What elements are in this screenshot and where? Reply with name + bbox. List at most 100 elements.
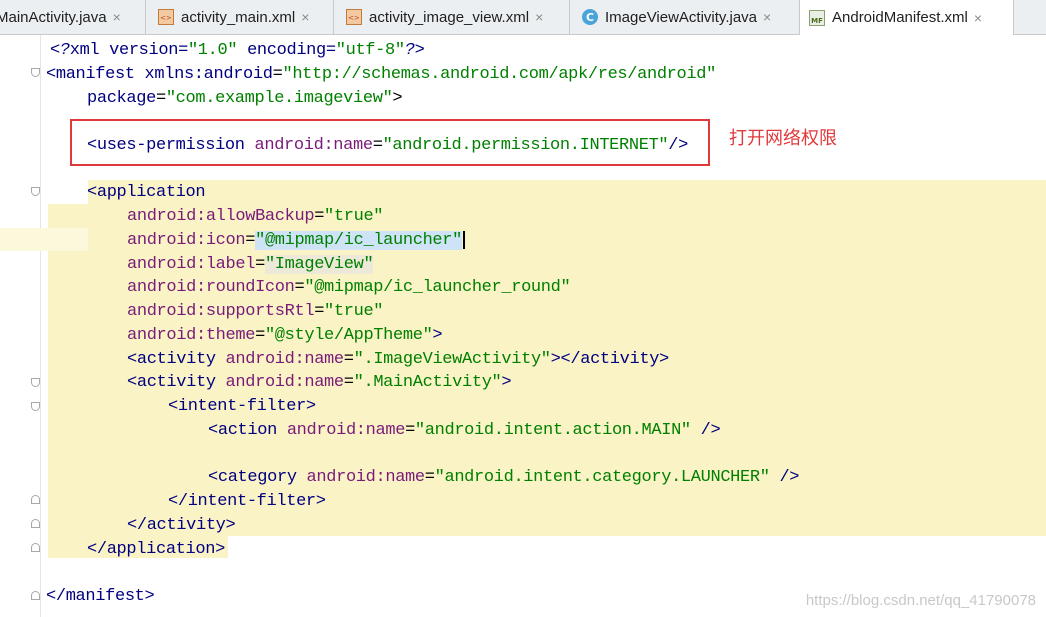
code-line-9: android:icon="@mipmap/ic_launcher" xyxy=(127,229,465,252)
editor-tab-bar: MainActivity.java × activity_main.xml × … xyxy=(0,0,1046,35)
fold-marker-icon[interactable] xyxy=(31,378,40,387)
token: = xyxy=(343,373,354,392)
fold-marker-icon[interactable] xyxy=(31,543,40,552)
fold-marker-icon[interactable] xyxy=(31,495,40,504)
code-line-3: package="com.example.imageview"> xyxy=(87,87,403,110)
tab-activity-image-view-xml[interactable]: activity_image_view.xml × xyxy=(334,0,570,34)
token: android:allowBackup xyxy=(127,207,315,226)
fold-marker-icon[interactable] xyxy=(31,519,40,528)
token: android:supportsRtl xyxy=(127,302,315,321)
fold-marker-icon[interactable] xyxy=(31,68,40,77)
token: ?> xyxy=(404,41,425,60)
token: = xyxy=(272,65,283,84)
fold-marker-icon[interactable] xyxy=(31,591,40,600)
token: </application> xyxy=(87,540,225,559)
token: android:name xyxy=(225,373,345,392)
tab-activity-main-xml[interactable]: activity_main.xml × xyxy=(146,0,334,34)
token: </activity> xyxy=(127,516,236,535)
tab-label: ImageViewActivity.java xyxy=(605,8,758,26)
tab-label: AndroidManifest.xml xyxy=(832,9,968,26)
tab-imageviewactivity-java[interactable]: C ImageViewActivity.java × xyxy=(570,0,800,34)
token: /> xyxy=(690,421,721,440)
code-line-15: <activity android:name=".MainActivity"> xyxy=(127,371,512,394)
token: <? xyxy=(50,41,70,60)
token: "android.intent.action.MAIN" xyxy=(414,421,691,440)
token: = xyxy=(314,302,325,321)
code-line-13: android:theme="@style/AppTheme"> xyxy=(127,324,443,347)
fold-marker-icon[interactable] xyxy=(31,402,40,411)
token: = xyxy=(405,421,415,440)
token: android:roundIcon xyxy=(127,278,295,297)
watermark-text: https://blog.csdn.net/qq_41790078 xyxy=(805,592,1036,609)
code-line-1: <?xml version="1.0" encoding="utf-8"?> xyxy=(50,39,425,62)
token: = xyxy=(343,350,354,369)
close-icon[interactable]: × xyxy=(974,10,982,26)
code-line-8: android:allowBackup="true" xyxy=(127,205,384,228)
token: "@mipmap/ic_launcher_round" xyxy=(304,278,571,297)
annotation-label: 打开网络权限 xyxy=(729,128,837,149)
token: <activity xyxy=(127,350,226,369)
token: "@style/AppTheme" xyxy=(264,326,433,345)
token: android:theme xyxy=(127,326,256,345)
token: > xyxy=(432,326,443,345)
token: </intent-filter> xyxy=(168,492,326,511)
token: = xyxy=(245,231,256,250)
token: android:name xyxy=(306,468,426,487)
code-line-12: android:supportsRtl="true" xyxy=(127,300,384,323)
code-line-14: <activity android:name=".ImageViewActivi… xyxy=(127,348,669,371)
code-line-22: </application> xyxy=(87,538,225,561)
token: = xyxy=(294,278,305,297)
code-line-16: <intent-filter> xyxy=(168,395,316,418)
token: = xyxy=(155,89,166,108)
current-line-highlight xyxy=(0,228,88,251)
token: "1.0" xyxy=(187,41,238,60)
code-line-20: </intent-filter> xyxy=(168,490,326,513)
code-line-2: <manifest xmlns:android="http://schemas.… xyxy=(46,63,716,86)
code-line-17: <action android:name="android.intent.act… xyxy=(208,419,721,442)
token: xmlns:android xyxy=(144,65,273,84)
token: /> xyxy=(769,468,800,487)
xml-file-icon xyxy=(346,9,362,25)
token: <manifest xyxy=(46,65,145,84)
token: xml version= xyxy=(69,41,189,60)
token: encoding= xyxy=(237,41,336,60)
tab-label: activity_main.xml xyxy=(181,8,296,26)
token: ></activity> xyxy=(550,350,670,369)
token-selected: "@mipmap/ic_launcher" xyxy=(255,231,462,250)
close-icon[interactable]: × xyxy=(763,9,771,25)
token: = xyxy=(314,207,325,226)
token: "com.example.imageview" xyxy=(165,89,393,108)
token: ".MainActivity" xyxy=(353,373,502,392)
annotation-highlight-box xyxy=(70,119,710,166)
fold-marker-icon[interactable] xyxy=(31,187,40,196)
xml-file-icon xyxy=(158,9,174,25)
token: "http://schemas.android.com/apk/res/andr… xyxy=(282,65,716,84)
code-line-11: android:roundIcon="@mipmap/ic_launcher_r… xyxy=(127,276,571,299)
token: </manifest> xyxy=(46,587,155,606)
token: = xyxy=(255,255,265,274)
token: = xyxy=(255,326,265,345)
token: android:name xyxy=(286,421,406,440)
token: "true" xyxy=(324,207,384,226)
close-icon[interactable]: × xyxy=(113,9,121,25)
close-icon[interactable]: × xyxy=(535,9,543,25)
text-caret xyxy=(462,230,465,249)
tab-label: MainActivity.java xyxy=(0,8,107,26)
token: android:name xyxy=(225,350,345,369)
editor-gutter xyxy=(0,35,41,617)
java-class-icon: C xyxy=(582,9,598,25)
code-line-21: </activity> xyxy=(127,514,236,537)
token: <activity xyxy=(127,373,226,392)
code-line-19: <category android:name="android.intent.c… xyxy=(208,466,800,489)
close-icon[interactable]: × xyxy=(301,9,309,25)
tab-androidmanifest-xml[interactable]: MF AndroidManifest.xml × xyxy=(800,0,1014,35)
token: package xyxy=(87,89,156,108)
code-line-7: <application xyxy=(87,181,206,204)
scope-highlight xyxy=(88,180,1046,204)
tab-mainactivity-java[interactable]: MainActivity.java × xyxy=(0,0,146,34)
token: <application xyxy=(87,183,206,202)
token: <intent-filter> xyxy=(168,397,316,416)
token: "ImageView" xyxy=(264,255,374,274)
token: ".ImageViewActivity" xyxy=(353,350,551,369)
token: "android.intent.category.LAUNCHER" xyxy=(434,468,770,487)
